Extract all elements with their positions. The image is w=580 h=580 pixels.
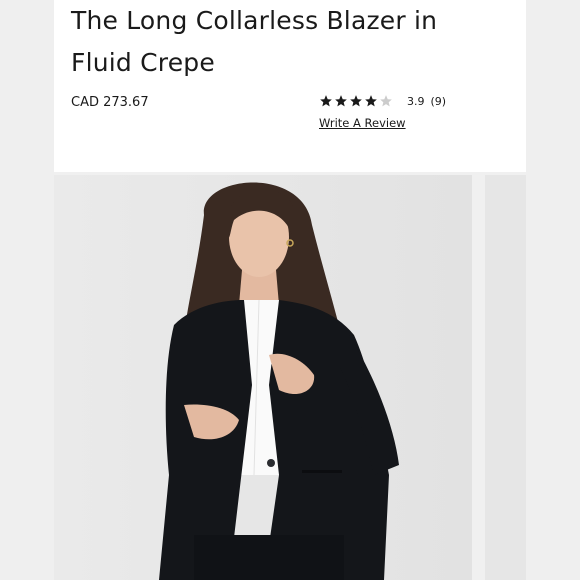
product-title: The Long Collarless Blazer in Fluid Crep… <box>71 0 511 84</box>
product-info-card: The Long Collarless Blazer in Fluid Crep… <box>54 0 526 172</box>
star-icon-filled <box>350 95 362 107</box>
product-title-line-1: The Long Collarless Blazer in <box>71 6 438 35</box>
write-review-link[interactable]: Write A Review <box>319 116 406 130</box>
star-rating <box>319 94 393 108</box>
review-count: (9) <box>430 94 447 108</box>
rating-value: 3.9 <box>407 94 425 108</box>
page-margin-right <box>526 0 580 580</box>
star-icon-filled <box>335 95 347 107</box>
page-margin-left <box>0 0 54 580</box>
star-icon-filled <box>365 95 377 107</box>
product-image-main[interactable] <box>54 175 472 580</box>
model-photo-icon <box>54 175 472 580</box>
product-price: CAD 273.67 <box>71 95 149 110</box>
star-icon-filled <box>320 95 332 107</box>
rating-summary[interactable]: 3.9 (9) <box>319 92 446 110</box>
product-title-line-2: Fluid Crepe <box>71 48 215 77</box>
product-image-next[interactable] <box>485 175 526 580</box>
star-icon-empty <box>380 95 392 107</box>
